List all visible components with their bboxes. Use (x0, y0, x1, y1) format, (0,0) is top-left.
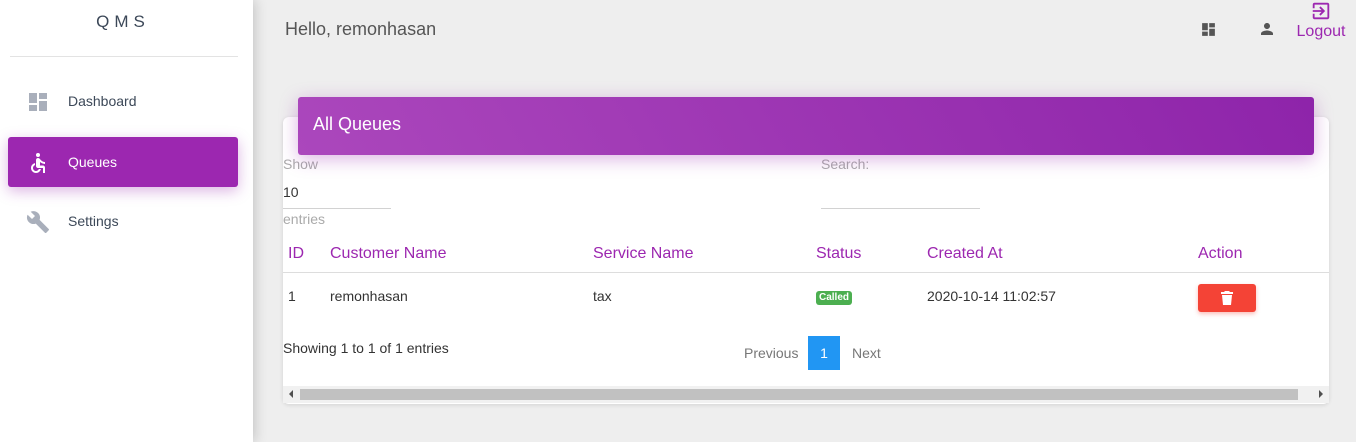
search-label: Search: (821, 156, 870, 172)
cell-created-at: 2020-10-14 11:02:57 (927, 288, 1056, 305)
table-header-row: ID Customer Name Service Name Status Cre… (283, 236, 1329, 273)
queues-table: ID Customer Name Service Name Status Cre… (283, 236, 1329, 320)
sidebar-item-settings[interactable]: Settings (8, 196, 238, 246)
pagination-previous[interactable]: Previous (744, 345, 798, 361)
cell-customer-name: remonhasan (330, 288, 408, 305)
brand-logo[interactable]: QMS (0, 12, 246, 32)
entries-length-underline (283, 208, 391, 209)
cell-id: 1 (288, 288, 296, 305)
wrench-icon (26, 210, 50, 234)
show-label: Show (283, 156, 319, 172)
scroll-left-icon[interactable] (289, 390, 293, 398)
trash-icon (1221, 290, 1233, 305)
entries-length-select[interactable]: 10 (283, 184, 299, 200)
sidebar-item-label: Queues (68, 154, 118, 170)
sidebar-item-label: Settings (68, 213, 119, 229)
dashboard-icon[interactable] (1200, 21, 1217, 43)
exit-icon (1294, 0, 1348, 22)
sidebar-item-dashboard[interactable]: Dashboard (8, 76, 238, 126)
accessible-icon (26, 151, 50, 175)
column-header-created-at[interactable]: Created At (927, 236, 1198, 273)
card-title: All Queues (313, 114, 402, 134)
table-row: 1 remonhasan tax Called 2020-10-14 11:02… (283, 272, 1329, 320)
scrollbar-thumb[interactable] (300, 389, 1298, 400)
logout-button[interactable]: Logout (1294, 0, 1348, 41)
sidebar-item-queues[interactable]: Queues (8, 137, 238, 187)
divider (10, 56, 238, 57)
entries-label: entries (283, 211, 326, 227)
pagination-page-1[interactable]: 1 (808, 336, 840, 370)
scroll-right-icon[interactable] (1319, 390, 1323, 398)
greeting-text: Hello, remonhasan (285, 19, 437, 39)
column-header-status[interactable]: Status (816, 236, 927, 273)
pagination-next[interactable]: Next (852, 345, 881, 361)
sidebar-item-label: Dashboard (68, 93, 137, 109)
dashboard-icon (26, 90, 50, 114)
column-header-id[interactable]: ID (283, 236, 330, 273)
cell-status: Called (816, 272, 927, 320)
search-input[interactable] (821, 208, 980, 209)
person-icon[interactable] (1258, 20, 1276, 43)
status-badge: Called (816, 291, 853, 306)
table-info: Showing 1 to 1 of 1 entries (283, 340, 449, 356)
column-header-action: Action (1198, 236, 1329, 273)
column-header-service-name[interactable]: Service Name (593, 236, 816, 273)
delete-button[interactable] (1198, 283, 1256, 312)
cell-action (1198, 272, 1329, 320)
card-header: All Queues (298, 97, 1314, 155)
logout-label: Logout (1296, 23, 1346, 40)
sidebar: QMS Dashboard Queues Settings (0, 0, 253, 442)
horizontal-scrollbar[interactable] (283, 386, 1329, 403)
cell-service-name: tax (593, 288, 612, 305)
column-header-customer-name[interactable]: Customer Name (330, 236, 593, 273)
